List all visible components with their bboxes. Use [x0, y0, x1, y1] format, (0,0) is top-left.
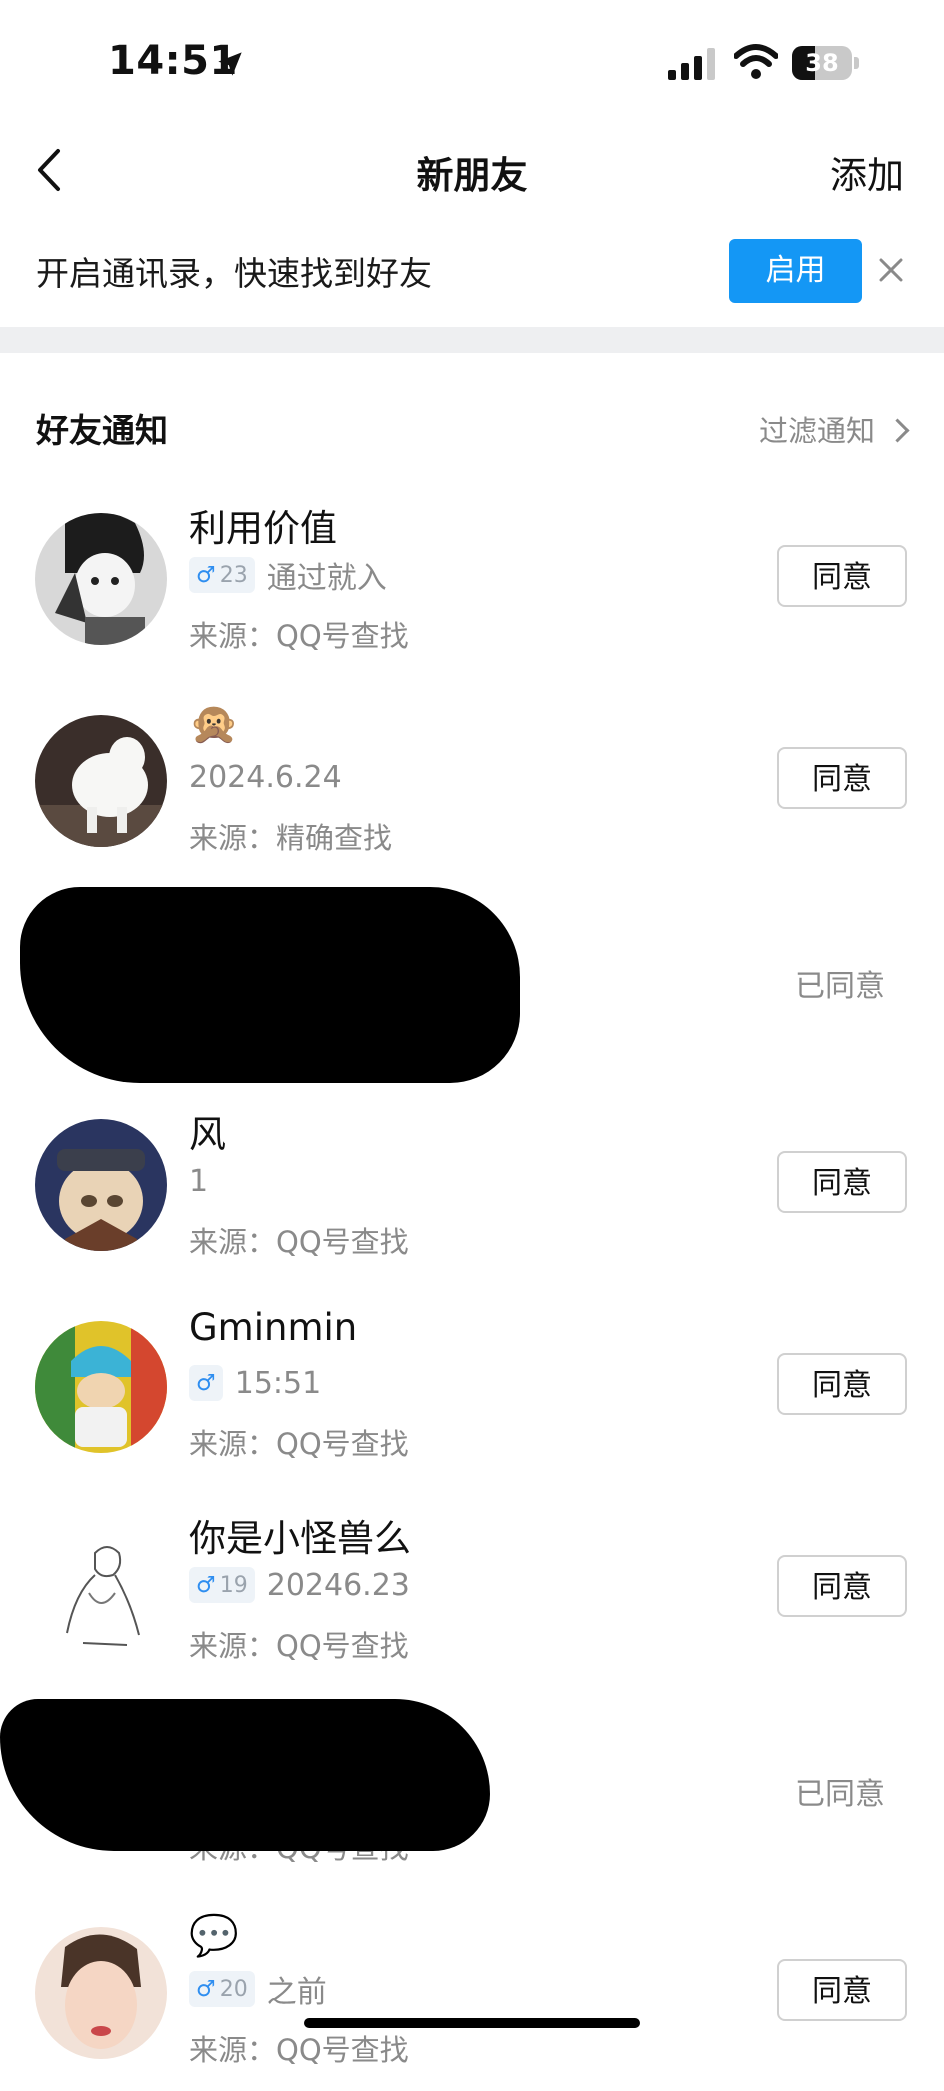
age-value: 19 — [219, 1572, 248, 1598]
nav-bar: 新朋友 添加 — [0, 125, 944, 215]
agree-button[interactable]: 同意 — [777, 1353, 907, 1415]
wifi-icon — [734, 44, 778, 79]
enable-contacts-button[interactable]: 启用 — [729, 239, 862, 303]
redaction-scribble — [20, 887, 520, 1083]
chevron-right-icon — [885, 417, 910, 443]
gender-age-badge: ♂ 20 — [189, 1971, 255, 2007]
request-source: 来源：精确查找 — [189, 821, 393, 855]
agree-button[interactable]: 同意 — [777, 545, 907, 607]
request-name: 💬 — [189, 1913, 239, 1959]
status-bar: 14:51 38 — [0, 0, 944, 125]
contacts-banner-text: 开启通讯录，快速找到好友 — [36, 254, 432, 293]
agree-button[interactable]: 同意 — [777, 747, 907, 809]
home-indicator — [304, 2018, 640, 2028]
page-title: 新朋友 — [416, 154, 528, 197]
filter-notifications-label: 过滤通知 — [758, 414, 875, 448]
redaction-scribble — [0, 1699, 490, 1851]
friend-request-row[interactable]: 你是小怪兽么 ♂ 19 20246.23 来源：QQ号查找 同意 — [0, 1485, 944, 1687]
request-source: 来源：QQ号查找 — [189, 1427, 409, 1461]
battery-icon: 38 — [792, 46, 862, 80]
request-message: 15:51 — [234, 1365, 322, 1401]
request-name: 🙊 — [189, 701, 239, 747]
friend-request-row[interactable]: 风 1 来源：QQ号查找 同意 — [0, 1081, 944, 1283]
contacts-banner: 开启通讯录，快速找到好友 启用 — [0, 215, 944, 327]
gender-age-badge: ♂ 19 — [189, 1567, 255, 1603]
agree-button[interactable]: 同意 — [777, 1555, 907, 1617]
agreed-status: 已同意 — [795, 1777, 885, 1812]
friend-request-row[interactable]: Gminmin ♂ 15:51 来源：QQ号查找 同意 — [0, 1283, 944, 1485]
male-icon: ♂ — [196, 1976, 216, 2002]
male-icon: ♂ — [196, 562, 216, 588]
avatar — [35, 1523, 167, 1655]
request-source: 来源：QQ号查找 — [189, 619, 409, 653]
request-message: 通过就入 — [266, 561, 387, 596]
gender-age-badge: ♂ 23 — [189, 557, 255, 593]
filter-notifications-link[interactable]: 过滤通知 — [758, 408, 910, 450]
cellular-signal-icon — [668, 48, 715, 80]
request-message: 之前 — [266, 1975, 327, 2010]
agree-button[interactable]: 同意 — [777, 1959, 907, 2021]
request-source: 来源：QQ号查找 — [189, 1225, 409, 1259]
friend-request-row[interactable]: 💬 ♂ 20 之前 来源：QQ号查找 同意 — [0, 1889, 944, 2091]
request-message: 2024.6.24 — [189, 759, 342, 795]
request-name: 你是小怪兽么 — [189, 1517, 411, 1560]
request-name: 利用价值 — [189, 507, 337, 550]
battery-level: 38 — [805, 49, 839, 77]
friend-request-row[interactable]: 🙊 2024.6.24 来源：精确查找 同意 — [0, 677, 944, 879]
request-source: 来源：QQ号查找 — [189, 1629, 409, 1663]
add-button[interactable]: 添加 — [830, 145, 904, 199]
request-name: 风 — [189, 1113, 226, 1156]
request-source: 来源：QQ号查找 — [189, 2033, 409, 2067]
agree-button[interactable]: 同意 — [777, 1151, 907, 1213]
avatar — [35, 1927, 167, 2059]
request-message: 1 — [189, 1163, 209, 1199]
gender-badge: ♂ — [189, 1365, 223, 1401]
friend-request-row[interactable]: 利用价值 ♂ 23 通过就入 来源：QQ号查找 同意 — [0, 475, 944, 677]
avatar — [35, 715, 167, 847]
request-message: 20246.23 — [266, 1567, 410, 1603]
friend-request-row[interactable]: 来源：QQ号查找 已同意 — [0, 1687, 944, 1889]
section-title: 好友通知 — [36, 411, 168, 450]
section-divider — [0, 327, 944, 353]
close-icon[interactable] — [876, 255, 906, 285]
avatar — [35, 1119, 167, 1251]
friend-request-row[interactable]: 已同意 — [0, 879, 944, 1083]
avatar — [35, 1321, 167, 1453]
age-value: 23 — [219, 562, 248, 588]
location-arrow-icon — [218, 52, 242, 76]
male-icon: ♂ — [196, 1572, 216, 1598]
avatar — [35, 513, 167, 645]
age-value: 20 — [219, 1976, 248, 2002]
agreed-status: 已同意 — [795, 969, 885, 1004]
male-icon: ♂ — [196, 1370, 216, 1396]
request-name: Gminmin — [189, 1306, 358, 1349]
